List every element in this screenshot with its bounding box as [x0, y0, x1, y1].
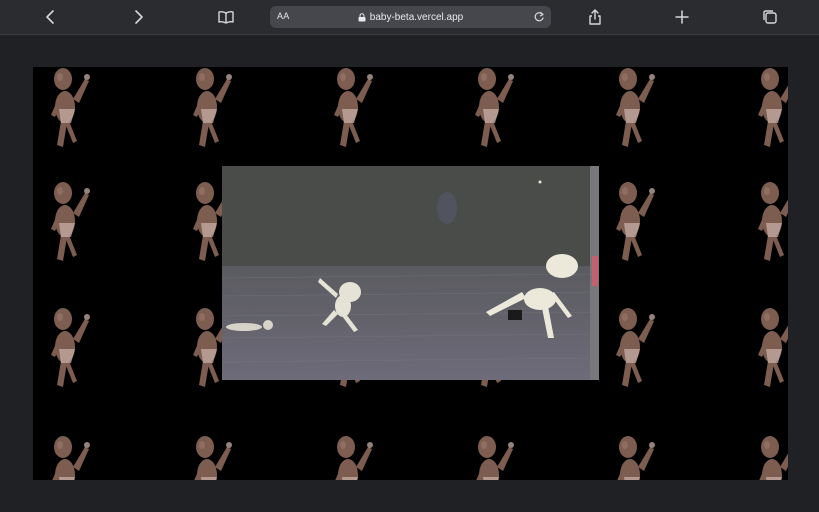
- lock-icon: [358, 12, 366, 22]
- dancing-baby-figure: [754, 433, 788, 480]
- tabs-icon[interactable]: [757, 6, 783, 28]
- forward-icon[interactable]: [125, 6, 151, 28]
- dancing-baby-figure: [612, 433, 656, 480]
- dancing-baby-figure: [754, 305, 788, 391]
- dancing-baby-figure: [47, 305, 91, 391]
- dancing-baby-figure: [330, 67, 374, 151]
- dancing-baby-figure: [612, 179, 656, 265]
- browser-toolbar: AA baby-beta.vercel.app: [0, 0, 819, 35]
- dancing-baby-figure: [47, 433, 91, 480]
- dancing-baby-figure: [754, 179, 788, 265]
- bookmarks-icon[interactable]: [213, 6, 239, 28]
- back-icon[interactable]: [38, 6, 64, 28]
- url-text: baby-beta.vercel.app: [369, 11, 464, 23]
- reload-icon[interactable]: [531, 9, 547, 25]
- dancing-baby-figure: [47, 67, 91, 151]
- dancing-baby-figure: [471, 67, 515, 151]
- dancing-baby-figure: [612, 67, 656, 151]
- webpage-canvas: [33, 67, 788, 480]
- dancing-baby-figure: [189, 433, 233, 480]
- dancing-baby-figure: [47, 179, 91, 265]
- share-icon[interactable]: [582, 6, 608, 28]
- reader-button[interactable]: AA: [277, 11, 289, 21]
- address-bar[interactable]: AA baby-beta.vercel.app: [270, 6, 551, 28]
- new-tab-icon[interactable]: [669, 6, 695, 28]
- dancing-baby-figure: [471, 433, 515, 480]
- dancing-baby-figure: [612, 305, 656, 391]
- dancing-baby-figure: [754, 67, 788, 151]
- dancing-baby-figure: [189, 67, 233, 151]
- dancing-baby-video[interactable]: [222, 166, 599, 380]
- dancing-baby-figure: [330, 433, 374, 480]
